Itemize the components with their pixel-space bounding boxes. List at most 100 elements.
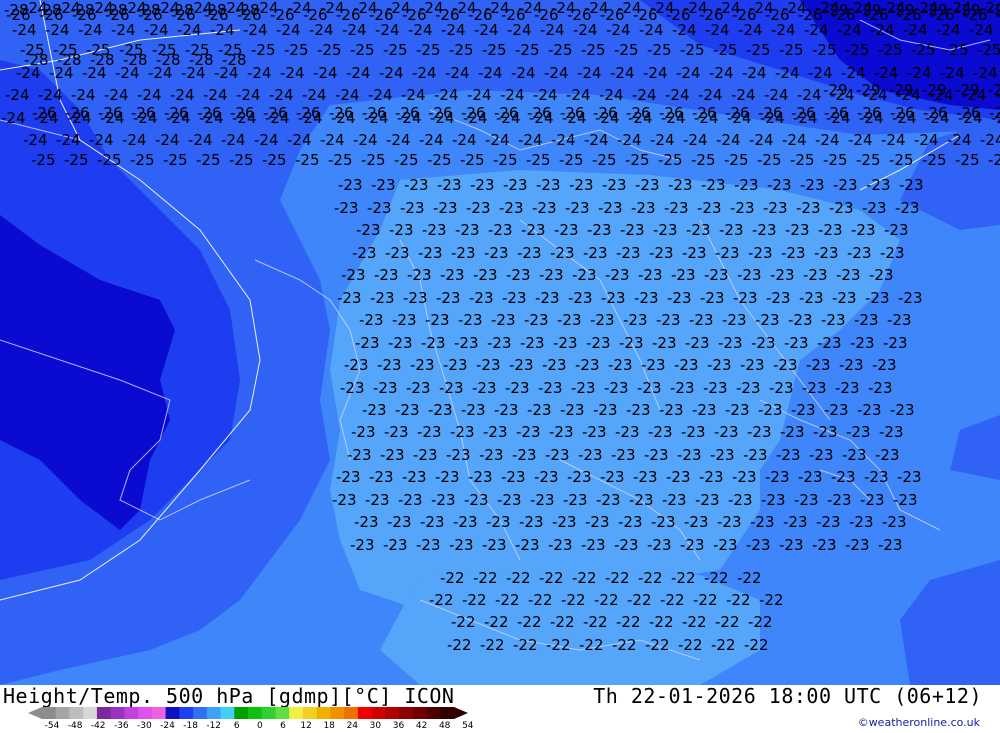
contour-label: -25 <box>911 41 936 59</box>
contour-label: -22 <box>671 569 696 587</box>
contour-label: -23 <box>798 468 823 486</box>
legend-swatch <box>55 707 70 719</box>
contour-label: -22 <box>678 636 703 654</box>
legend-swatch <box>138 707 153 719</box>
contour-label: -25 <box>383 41 408 59</box>
contour-label: -24 <box>379 64 404 82</box>
contour-label: -23 <box>387 513 412 531</box>
contour-label: -23 <box>872 356 897 374</box>
contour-label: -23 <box>845 536 870 554</box>
contour-label: -23 <box>770 266 795 284</box>
contour-label: -23 <box>817 334 842 352</box>
contour-label: -24 <box>731 86 756 104</box>
contour-label: -23 <box>352 244 377 262</box>
contour-label: -28 <box>4 1 29 19</box>
contour-label: -26 <box>923 104 948 122</box>
contour-label: -23 <box>689 311 714 329</box>
contour-label: -23 <box>653 221 678 239</box>
contour-label: -23 <box>598 199 623 217</box>
contour-label: -24 <box>764 86 789 104</box>
contour-label: -23 <box>416 536 441 554</box>
contour-label: -22 <box>583 613 608 631</box>
contour-label: -24 <box>577 64 602 82</box>
contour-label: -26 <box>296 104 321 122</box>
contour-label: -23 <box>557 311 582 329</box>
contour-label: -24 <box>368 86 393 104</box>
contour-label: -23 <box>356 221 381 239</box>
contour-label: -26 <box>468 6 493 24</box>
contour-label: -23 <box>616 244 641 262</box>
contour-label: -23 <box>545 446 570 464</box>
contour-label: -24 <box>71 86 96 104</box>
contour-label: -26 <box>593 104 618 122</box>
contour-label: -25 <box>130 151 155 169</box>
contour-label: -23 <box>674 356 699 374</box>
contour-label: -24 <box>467 86 492 104</box>
contour-label: -23 <box>813 423 838 441</box>
contour-label: -24 <box>445 64 470 82</box>
contour-label: -23 <box>571 379 596 397</box>
contour-label: -24 <box>782 131 807 149</box>
contour-label: -22 <box>484 613 509 631</box>
contour-label: -23 <box>668 176 693 194</box>
contour-label: -24 <box>89 131 114 149</box>
contour-label: -23 <box>664 199 689 217</box>
contour-label: -25 <box>746 41 771 59</box>
legend-tick: 54 <box>462 721 474 731</box>
contour-label: -23 <box>846 423 871 441</box>
contour-label: -24 <box>269 86 294 104</box>
contour-label: -22 <box>612 636 637 654</box>
contour-label: -24 <box>401 86 426 104</box>
contour-label: -24 <box>533 86 558 104</box>
contour-label: -23 <box>539 266 564 284</box>
map-title: Height/Temp. 500 hPa [gdmp][°C] ICON <box>3 684 455 708</box>
contour-label: -22 <box>737 569 762 587</box>
contour-label: -23 <box>505 379 530 397</box>
contour-label: -23 <box>365 491 390 509</box>
contour-label: -26 <box>534 6 559 24</box>
legend-arrow-low <box>28 707 42 719</box>
contour-label: -26 <box>725 104 750 122</box>
legend-swatch <box>42 707 57 719</box>
contour-label: -25 <box>592 151 617 169</box>
legend-swatch <box>165 707 180 719</box>
contour-label: -22 <box>645 636 670 654</box>
contour-label: -23 <box>519 513 544 531</box>
contour-label: -28 <box>57 51 82 69</box>
contour-label: -24 <box>56 131 81 149</box>
contour-label: -26 <box>369 6 394 24</box>
contour-label: -24 <box>170 86 195 104</box>
contour-label: -23 <box>615 423 640 441</box>
contour-label: -23 <box>436 289 461 307</box>
contour-label: -24 <box>584 131 609 149</box>
contour-label: -23 <box>487 334 512 352</box>
contour-label: -23 <box>433 199 458 217</box>
contour-label: -23 <box>847 244 872 262</box>
contour-label: -23 <box>575 356 600 374</box>
contour-label: -23 <box>596 491 621 509</box>
contour-label: -22 <box>649 613 674 631</box>
contour-label: -26 <box>956 104 981 122</box>
contour-label: -23 <box>686 221 711 239</box>
contour-label: -24 <box>236 86 261 104</box>
legend-swatch <box>399 707 414 719</box>
color-scale-legend <box>28 707 468 719</box>
contour-label: -25 <box>944 41 969 59</box>
legend-swatch <box>261 707 276 719</box>
contour-label: -25 <box>614 41 639 59</box>
contour-label: -25 <box>581 41 606 59</box>
contour-label: -23 <box>748 244 773 262</box>
credit-link[interactable]: ©weatheronline.co.uk <box>858 716 980 729</box>
contour-label: -24 <box>346 64 371 82</box>
contour-label: -23 <box>359 311 384 329</box>
contour-label: -23 <box>553 334 578 352</box>
contour-label: -23 <box>785 221 810 239</box>
contour-label: -23 <box>464 491 489 509</box>
contour-label: -23 <box>631 199 656 217</box>
contour-label: -25 <box>548 41 573 59</box>
contour-label: -23 <box>714 423 739 441</box>
contour-label: -24 <box>511 64 536 82</box>
contour-label: -23 <box>421 334 446 352</box>
contour-label: -22 <box>579 636 604 654</box>
contour-label: -23 <box>647 536 672 554</box>
